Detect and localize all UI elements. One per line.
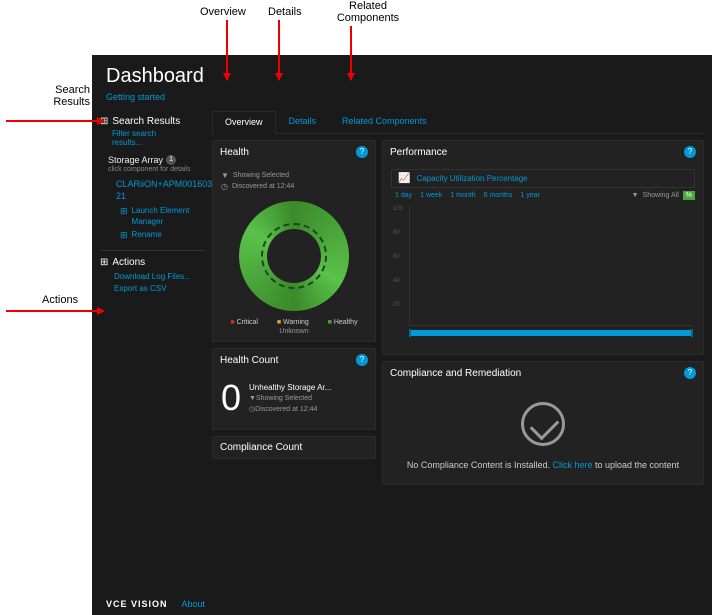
compliance-title: Compliance and Remediation <box>390 368 521 379</box>
range-1day[interactable]: 1 day <box>395 192 412 199</box>
health-count-title: Health Count <box>220 355 278 366</box>
arrow-details <box>278 20 280 80</box>
arrow-overview <box>226 20 228 80</box>
storage-count-badge: 1 <box>166 155 176 165</box>
actions-header[interactable]: ⊞ Actions <box>100 257 206 268</box>
filter-search-link[interactable]: Filter search <box>112 129 206 138</box>
getting-started-link[interactable]: Getting started <box>106 92 698 102</box>
y-tick: 20 <box>393 302 403 308</box>
time-range-row: 1 day 1 week 1 month 6 months 1 year ▼ S… <box>395 191 695 200</box>
health-title: Health <box>220 147 249 158</box>
plus-icon: ⊞ <box>120 230 128 242</box>
annotation-related: Related Components <box>328 0 408 24</box>
compliance-text-post: to upload the content <box>593 460 680 470</box>
health-panel: Health ? ▼ Showing Selected ◷ Discovered a… <box>212 140 376 342</box>
export-csv-link[interactable]: Export as CSV <box>114 284 206 294</box>
upload-content-link[interactable]: Click here <box>552 460 592 470</box>
arrow-actions <box>6 310 104 312</box>
compliance-message: No Compliance Content is Installed. Clic… <box>391 460 695 470</box>
help-icon[interactable]: ? <box>684 146 696 158</box>
actions-label: Actions <box>112 257 145 268</box>
help-icon[interactable]: ? <box>684 367 696 379</box>
performance-chart: 100 80 60 40 20 <box>391 206 695 346</box>
storage-array-row[interactable]: Storage Array 1 <box>108 155 206 165</box>
sidebar: ⊞ Search Results Filter search results..… <box>100 110 212 485</box>
showing-selected: Showing Selected <box>233 172 289 179</box>
showing-selected: Showing Selected <box>256 395 312 402</box>
clock-icon: ◷ <box>221 182 228 191</box>
chart-icon: 📈 <box>398 173 410 184</box>
unhealthy-count: 0 <box>221 377 241 419</box>
plus-icon: ⊞ <box>120 206 128 218</box>
filter-icon: ▼ <box>632 192 639 199</box>
chart-plot-area <box>409 206 693 326</box>
compliance-count-panel: Compliance Count <box>212 436 376 459</box>
showing-all: Showing All <box>643 192 679 199</box>
range-1year[interactable]: 1 year <box>520 192 539 199</box>
brand-logo: VCE VISION <box>106 599 168 609</box>
performance-panel: Performance ? 📈 Capacity Utilization Per… <box>382 140 704 355</box>
annotation-actions: Actions <box>42 294 78 306</box>
tab-bar: Overview Details Related Components <box>212 110 704 134</box>
arrow-related <box>350 26 352 80</box>
rename-link[interactable]: ⊞ Rename <box>120 230 206 242</box>
annotation-search-results: Search Results <box>42 84 90 108</box>
filter-icon: ▼ <box>221 171 229 180</box>
tab-related-components[interactable]: Related Components <box>329 110 440 133</box>
legend-unknown: Unknown <box>221 328 367 335</box>
arrow-search-results <box>6 120 104 122</box>
app-window: Dashboard Getting started ⊞ Search Resul… <box>92 55 712 615</box>
page-title: Dashboard <box>106 65 698 88</box>
launch-element-manager-link[interactable]: ⊞ Launch Element Manager <box>120 206 206 227</box>
divider <box>100 250 206 251</box>
compliance-count-title: Compliance Count <box>213 437 375 458</box>
legend-healthy: Healthy <box>328 319 358 326</box>
range-1month[interactable]: 1 month <box>450 192 475 199</box>
metric-name: Capacity Utilization Percentage <box>416 174 527 183</box>
range-6months[interactable]: 6 months <box>484 192 513 199</box>
launch-label: Launch Element Manager <box>132 206 206 227</box>
time-scrubber[interactable] <box>409 330 693 336</box>
unhealthy-label: Unhealthy Storage Ar... <box>249 383 331 392</box>
performance-title: Performance <box>390 147 447 158</box>
help-icon[interactable]: ? <box>356 146 368 158</box>
storage-hint: click component for details <box>108 166 206 173</box>
metric-selector[interactable]: 📈 Capacity Utilization Percentage <box>391 169 695 188</box>
compliance-text-pre: No Compliance Content is Installed. <box>407 460 553 470</box>
checkmark-icon <box>521 402 565 446</box>
app-header: Dashboard Getting started <box>92 55 712 110</box>
health-count-panel: Health Count ? 0 Unhealthy Storage Ar...… <box>212 348 376 430</box>
footer: VCE VISION About <box>92 593 712 615</box>
y-tick: 100 <box>393 206 403 212</box>
discovered-time: Discovered at 12:44 <box>255 406 317 413</box>
rename-label: Rename <box>132 230 162 240</box>
main-content: Overview Details Related Components Heal… <box>212 110 704 485</box>
y-tick: 40 <box>393 278 403 284</box>
y-tick: 80 <box>393 230 403 236</box>
storage-array-label: Storage Array <box>108 155 163 165</box>
expand-icon: ⊞ <box>100 257 108 268</box>
tab-details[interactable]: Details <box>276 110 330 133</box>
device-link[interactable]: CLARiiON+APM001603102 21 <box>116 179 206 202</box>
tab-overview[interactable]: Overview <box>212 111 276 134</box>
search-results-label: Search Results <box>112 116 180 127</box>
range-1week[interactable]: 1 week <box>420 192 442 199</box>
annotation-overview: Overview <box>200 6 246 18</box>
results-link[interactable]: results... <box>112 138 206 147</box>
health-legend: Critical Warning Healthy <box>221 319 367 326</box>
help-icon[interactable]: ? <box>356 354 368 366</box>
filter-icon: ▼ <box>249 395 256 402</box>
health-donut-chart <box>239 201 349 311</box>
download-log-link[interactable]: Download Log Files... <box>114 272 206 282</box>
percent-badge[interactable]: % <box>683 191 695 200</box>
discovered-time: Discovered at 12:44 <box>232 183 294 190</box>
compliance-remediation-panel: Compliance and Remediation ? No Complian… <box>382 361 704 485</box>
legend-warning: Warning <box>277 319 309 326</box>
about-link[interactable]: About <box>182 599 206 609</box>
annotation-details: Details <box>268 6 302 18</box>
y-tick: 60 <box>393 254 403 260</box>
legend-critical: Critical <box>230 319 258 326</box>
search-results-header[interactable]: ⊞ Search Results <box>100 116 206 127</box>
